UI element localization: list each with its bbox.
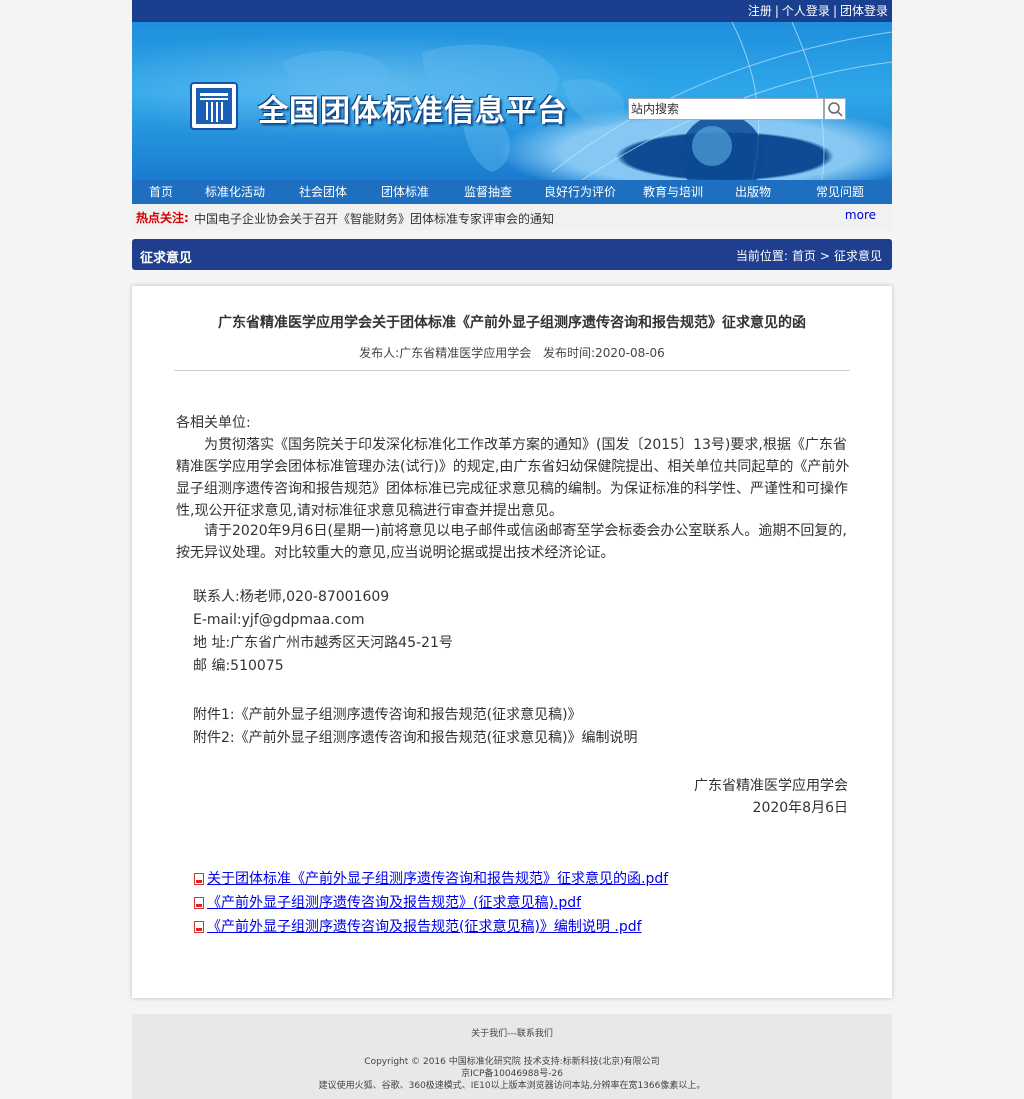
breadcrumb-home[interactable]: 首页 bbox=[792, 249, 816, 263]
breadcrumb-current[interactable]: 征求意见 bbox=[834, 249, 882, 263]
article-meta: 发布人:广东省精准医学应用学会 发布时间:2020-08-06 bbox=[132, 344, 892, 361]
contact-info: 联系人:杨老师,020-87001609 E-mail:yjf@gdpmaa.c… bbox=[193, 586, 453, 678]
signature: 广东省精准医学应用学会 2020年8月6日 bbox=[694, 775, 848, 819]
section-title: 征求意见 bbox=[140, 251, 193, 266]
download-files: 关于团体标准《产前外显子组测序遗传咨询和报告规范》征求意见的函.pdf 《产前外… bbox=[194, 868, 668, 940]
footer-browser-note: 建议使用火狐、谷歌、360极速模式、IE10以上版本浏览器访问本站,分辨率在宽1… bbox=[318, 1081, 706, 1091]
divider bbox=[174, 370, 850, 371]
file-link-3[interactable]: 《产前外显子组测序遗传咨询及报告规范(征求意见稿)》编制说明 .pdf bbox=[207, 919, 642, 935]
separator: | bbox=[832, 4, 837, 18]
breadcrumb: 当前位置: 首页 > 征求意见 bbox=[734, 247, 884, 264]
breadcrumb-prefix: 当前位置: bbox=[735, 249, 788, 263]
section-header: 征求意见 当前位置: 首页 > 征求意见 bbox=[132, 239, 892, 270]
article-title: 广东省精准医学应用学会关于团体标准《产前外显子组测序遗传咨询和报告规范》征求意见… bbox=[218, 315, 806, 331]
nav-item-evaluation[interactable]: 良好行为评价 bbox=[532, 180, 628, 204]
article-salutation: 各相关单位: bbox=[176, 415, 251, 431]
footer-links[interactable]: 关于我们---联系我们 bbox=[132, 1026, 892, 1039]
footer-info: Copyright © 2016 中国标准化研究院 技术支持:标新科技(北京)有… bbox=[132, 1056, 892, 1092]
file-item: 关于团体标准《产前外显子组测序遗传咨询和报告规范》征求意见的函.pdf bbox=[194, 868, 668, 892]
hot-label: 热点关注: bbox=[136, 211, 189, 225]
nav-item-supervision[interactable]: 监督抽查 bbox=[444, 180, 532, 204]
pdf-icon bbox=[194, 873, 204, 885]
article-paragraph-2: 请于2020年9月6日(星期一)前将意见以电子邮件或信函邮寄至学会标委会办公室联… bbox=[176, 523, 847, 561]
footer-icp[interactable]: 京ICP备10046988号-26 bbox=[132, 1068, 892, 1080]
search-icon bbox=[828, 102, 843, 117]
nav-item-publications[interactable]: 出版物 bbox=[718, 180, 788, 204]
register-link[interactable]: 注册 bbox=[748, 4, 772, 18]
signature-date: 2020年8月6日 bbox=[752, 800, 848, 816]
site-title: 全国团体标准信息平台 bbox=[258, 94, 568, 129]
footer: 关于我们---联系我们 Copyright © 2016 中国标准化研究院 技术… bbox=[132, 1014, 892, 1099]
footer-copyright: Copyright © 2016 中国标准化研究院 技术支持:标新科技(北京)有… bbox=[364, 1057, 660, 1067]
file-link-2[interactable]: 《产前外显子组测序遗传咨询及报告规范》(征求意见稿).pdf bbox=[207, 895, 581, 911]
search-box bbox=[628, 98, 846, 120]
nav-item-education[interactable]: 教育与培训 bbox=[628, 180, 718, 204]
banner: 全国团体标准信息平台 bbox=[132, 22, 892, 180]
article-publisher: 发布人:广东省精准医学应用学会 bbox=[359, 346, 532, 360]
article-date: 发布时间:2020-08-06 bbox=[543, 346, 665, 360]
hot-topic-link[interactable]: 中国电子企业协会关于召开《智能财务》团体标准专家评审会的通知 bbox=[194, 210, 554, 227]
contact-postcode: 邮 编:510075 bbox=[193, 658, 284, 674]
separator: | bbox=[774, 4, 779, 18]
search-input[interactable] bbox=[628, 98, 824, 120]
pdf-icon bbox=[194, 897, 204, 909]
nav-item-home[interactable]: 首页 bbox=[132, 180, 190, 204]
file-item: 《产前外显子组测序遗传咨询及报告规范》(征求意见稿).pdf bbox=[194, 892, 668, 916]
article-panel: 广东省精准医学应用学会关于团体标准《产前外显子组测序遗传咨询和报告规范》征求意见… bbox=[132, 286, 892, 998]
nav-item-social-groups[interactable]: 社会团体 bbox=[280, 180, 366, 204]
contact-address: 地 址:广东省广州市越秀区天河路45-21号 bbox=[193, 635, 453, 651]
search-button[interactable] bbox=[824, 98, 846, 120]
pdf-icon bbox=[194, 921, 204, 933]
more-link[interactable]: more bbox=[845, 208, 876, 222]
attachments-list: 附件1:《产前外显子组测序遗传咨询和报告规范(征求意见稿)》 附件2:《产前外显… bbox=[193, 704, 638, 750]
nav-item-group-standards[interactable]: 团体标准 bbox=[366, 180, 444, 204]
nav-item-faq[interactable]: 常见问题 bbox=[788, 180, 892, 204]
article-paragraph-1: 为贯彻落实《国务院关于印发深化标准化工作改革方案的通知》(国发〔2015〕13号… bbox=[176, 437, 850, 519]
attachment-2: 附件2:《产前外显子组测序遗传咨询和报告规范(征求意见稿)》编制说明 bbox=[193, 730, 638, 746]
contact-email: E-mail:yjf@gdpmaa.com bbox=[193, 612, 365, 628]
breadcrumb-separator: > bbox=[819, 249, 830, 263]
top-bar: 注册 | 个人登录 | 团体登录 bbox=[132, 0, 892, 22]
group-login-link[interactable]: 团体登录 bbox=[840, 4, 888, 18]
hot-topics-bar: 热点关注: 中国电子企业协会关于召开《智能财务》团体标准专家评审会的通知 mor… bbox=[132, 204, 892, 230]
logo-mark-icon bbox=[200, 93, 228, 122]
contact-person: 联系人:杨老师,020-87001609 bbox=[193, 589, 390, 605]
file-item: 《产前外显子组测序遗传咨询及报告规范(征求意见稿)》编制说明 .pdf bbox=[194, 916, 668, 940]
signature-org: 广东省精准医学应用学会 bbox=[694, 778, 848, 794]
main-nav: 首页 标准化活动 社会团体 团体标准 监督抽查 良好行为评价 教育与培训 出版物… bbox=[132, 180, 892, 204]
nav-item-standardization[interactable]: 标准化活动 bbox=[190, 180, 280, 204]
site-logo[interactable] bbox=[190, 82, 238, 130]
personal-login-link[interactable]: 个人登录 bbox=[782, 4, 830, 18]
attachment-1: 附件1:《产前外显子组测序遗传咨询和报告规范(征求意见稿)》 bbox=[193, 707, 582, 723]
file-link-1[interactable]: 关于团体标准《产前外显子组测序遗传咨询和报告规范》征求意见的函.pdf bbox=[207, 871, 668, 887]
